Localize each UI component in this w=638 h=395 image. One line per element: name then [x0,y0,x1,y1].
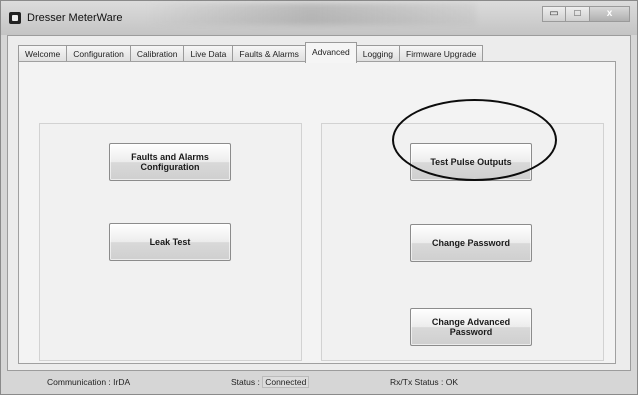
tab-welcome[interactable]: Welcome [18,45,68,62]
status-label: Status : [231,377,260,387]
app-logo-icon [9,12,21,24]
minimize-button[interactable]: ▭ [542,6,566,22]
faults-alarms-configuration-button[interactable]: Faults and Alarms Configuration [109,143,231,181]
communication-status: Communication : IrDA [47,377,130,387]
communication-value: IrDA [113,377,131,387]
title-bar[interactable]: Dresser MeterWare ▭ □ x [1,1,637,35]
tab-faults-alarms[interactable]: Faults & Alarms [232,45,306,62]
status-value: Connected [262,376,310,388]
leak-test-button[interactable]: Leak Test [109,223,231,261]
change-advanced-password-button[interactable]: Change Advanced Password [410,308,532,346]
tab-configuration[interactable]: Configuration [66,45,131,62]
rxtx-status: Rx/Tx Status : OK [390,377,458,387]
change-password-button[interactable]: Change Password [410,224,532,262]
tab-advanced[interactable]: Advanced [304,42,357,63]
rxtx-label: Rx/Tx Status : [390,377,444,387]
tab-strip: Welcome Configuration Calibration Live D… [18,42,484,63]
close-button[interactable]: x [590,6,630,22]
tab-live-data[interactable]: Live Data [183,45,234,62]
blurred-background-text [146,3,476,25]
rxtx-value: OK [445,377,459,387]
tab-logging[interactable]: Logging [355,45,401,62]
tab-calibration[interactable]: Calibration [129,45,185,62]
maximize-button[interactable]: □ [566,6,590,22]
tab-firmware-upgrade[interactable]: Firmware Upgrade [399,45,484,62]
communication-label: Communication : [47,377,111,387]
connection-status: Status : Connected [231,376,310,388]
test-pulse-outputs-button[interactable]: Test Pulse Outputs [410,143,532,181]
status-bar: Communication : IrDA Status : Connected … [7,373,631,393]
window-controls: ▭ □ x [542,6,630,22]
app-window: Dresser MeterWare ▭ □ x Welcome Configur… [0,0,638,395]
window-title: Dresser MeterWare [27,12,123,24]
